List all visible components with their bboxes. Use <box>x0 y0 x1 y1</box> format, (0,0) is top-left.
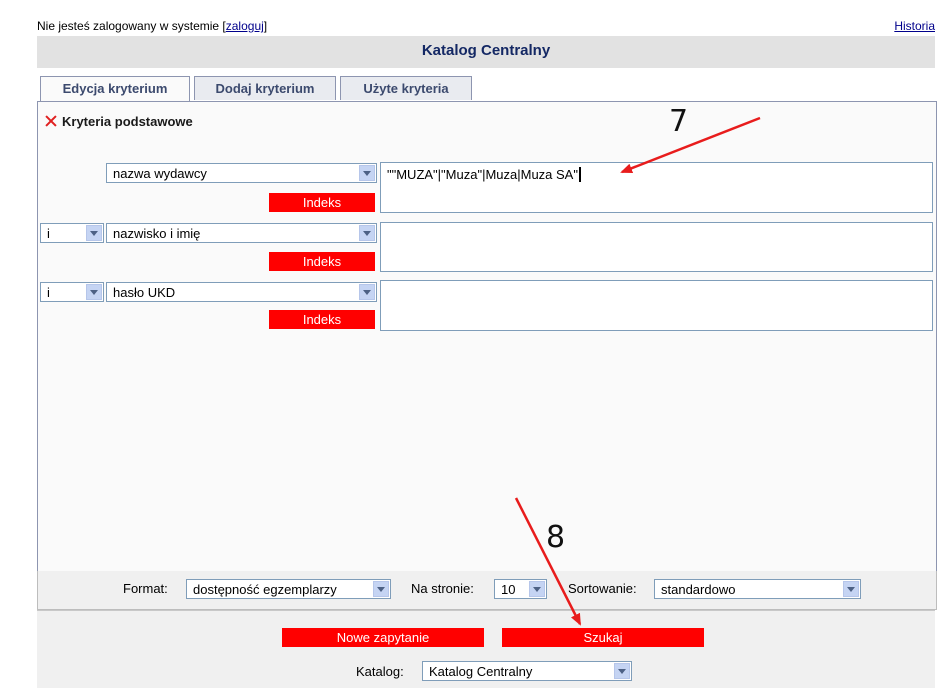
arrow-step7 <box>620 116 761 174</box>
arrow-step8 <box>514 497 582 626</box>
step-8-label: 8 <box>546 520 566 555</box>
annotation-overlay <box>514 116 761 626</box>
step-7-label: 7 <box>669 104 689 139</box>
